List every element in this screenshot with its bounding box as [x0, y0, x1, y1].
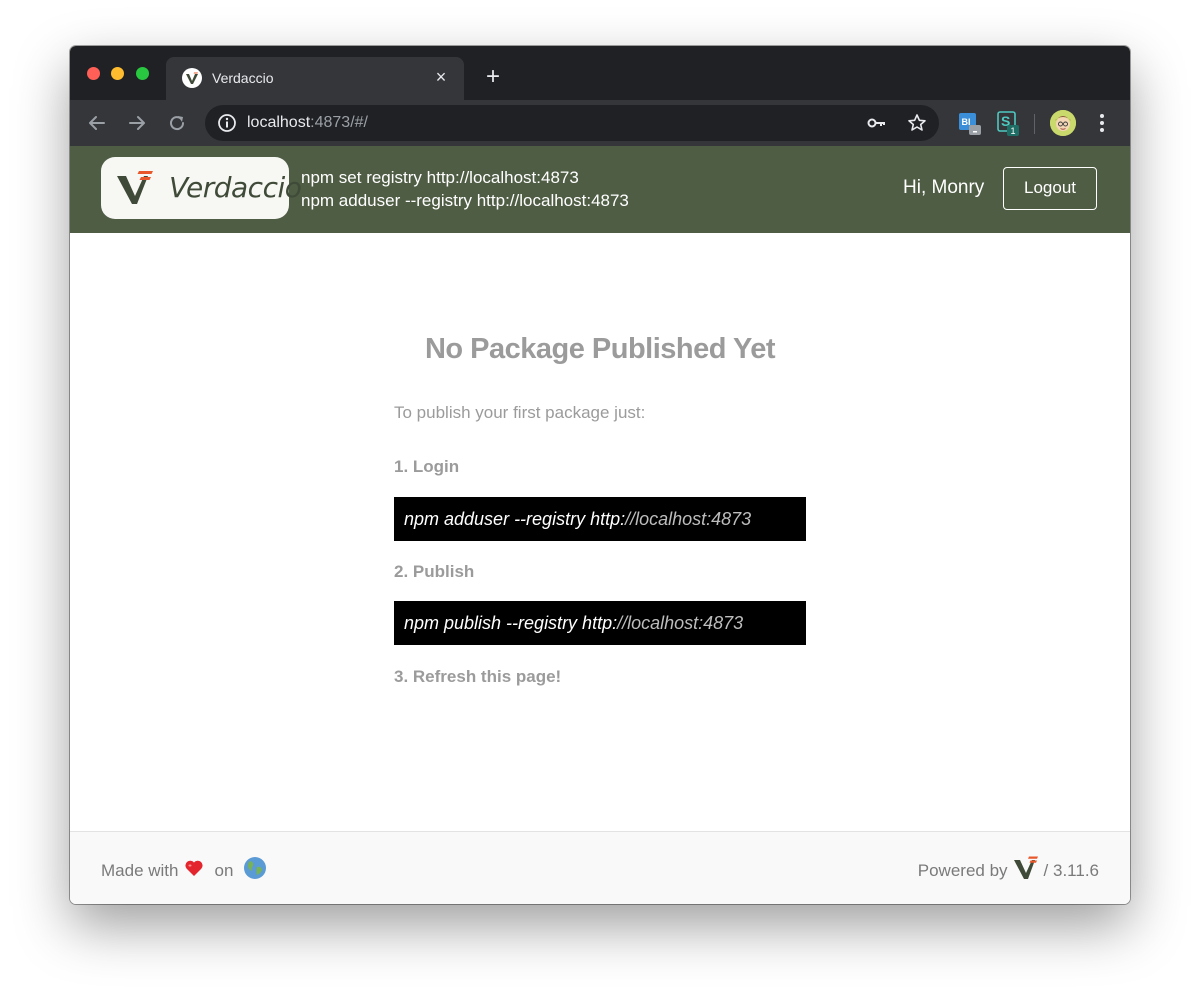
forward-icon[interactable]	[123, 109, 151, 137]
verdaccio-logo[interactable]: Verdaccio	[101, 157, 302, 219]
verdaccio-favicon-icon	[182, 68, 202, 88]
toolbar-divider	[1034, 114, 1035, 134]
login-command[interactable]: npm adduser --registry http://localhost:…	[394, 497, 806, 541]
address-bar[interactable]: localhost:4873/#/	[205, 105, 939, 141]
bookmark-star-icon[interactable]	[907, 113, 927, 138]
browser-window: Verdaccio × + localhost:4873/#/ BI S 1 V…	[70, 46, 1130, 904]
address-host: localhost	[247, 114, 311, 131]
reload-icon[interactable]	[163, 109, 191, 137]
site-info-icon[interactable]	[217, 113, 237, 138]
login-command-text: npm adduser --registry http:	[404, 509, 626, 529]
new-tab-button[interactable]: +	[480, 65, 506, 91]
extension-s-icon[interactable]: S 1	[996, 111, 1020, 136]
main-content: No Package Published Yet To publish your…	[70, 233, 1130, 831]
app-header: Verdaccio npm set registry http://localh…	[70, 146, 1130, 233]
on-text: on	[214, 860, 234, 880]
tab-strip: Verdaccio × +	[70, 46, 1130, 100]
publish-command[interactable]: npm publish --registry http://localhost:…	[394, 601, 806, 645]
publish-command-url: //localhost:4873	[617, 613, 744, 633]
browser-menu-icon[interactable]	[1092, 111, 1112, 135]
page-title: No Package Published Yet	[424, 333, 776, 365]
address-path: :4873/#/	[310, 114, 368, 131]
help-card: No Package Published Yet To publish your…	[394, 333, 806, 686]
footer-made-with: Made with on	[101, 856, 267, 885]
logo-text: Verdaccio	[169, 171, 302, 204]
verdaccio-logo-icon	[115, 170, 155, 211]
address-url[interactable]: localhost:4873/#/	[247, 114, 368, 132]
step-login-label: 1. Login	[394, 457, 460, 476]
registry-command-adduser: npm adduser --registry http://localhost:…	[301, 191, 629, 210]
footer: Made with on Powered by / 3.11.6	[70, 831, 1130, 904]
tab-verdaccio[interactable]: Verdaccio ×	[166, 57, 464, 100]
browser-toolbar: localhost:4873/#/ BI S 1	[70, 100, 1130, 146]
step-publish-label: 2. Publish	[394, 562, 475, 581]
verdaccio-logo-small-icon	[1013, 856, 1039, 885]
key-icon[interactable]	[867, 114, 887, 137]
powered-by-text: Powered by	[917, 860, 1008, 880]
tab-title: Verdaccio	[212, 70, 274, 86]
heart-icon	[184, 859, 204, 882]
publish-command-text: npm publish --registry http:	[404, 613, 618, 633]
step-refresh-label: 3. Refresh this page!	[394, 667, 562, 686]
svg-text:BI: BI	[962, 117, 971, 127]
tab-close-icon[interactable]: ×	[430, 66, 452, 88]
minimize-window-button[interactable]	[111, 67, 124, 80]
profile-avatar[interactable]	[1050, 110, 1076, 136]
registry-commands: npm set registry http://localhost:4873 n…	[301, 166, 629, 212]
close-window-button[interactable]	[87, 67, 100, 80]
globe-icon	[243, 856, 267, 885]
svg-text:1: 1	[1011, 126, 1016, 136]
help-intro: To publish your first package just:	[394, 403, 646, 422]
made-with-text: Made with	[101, 860, 179, 880]
version-text: / 3.11.6	[1043, 860, 1099, 880]
user-greeting: Hi, Monry	[903, 177, 985, 198]
back-icon[interactable]	[83, 109, 111, 137]
extension-bi-icon[interactable]: BI	[958, 111, 982, 135]
login-command-url: //localhost:4873	[625, 509, 752, 529]
registry-command-set: npm set registry http://localhost:4873	[301, 168, 579, 187]
maximize-window-button[interactable]	[136, 67, 149, 80]
footer-powered-by: Powered by / 3.11.6	[918, 856, 1099, 885]
logout-button[interactable]: Logout	[1003, 167, 1097, 210]
